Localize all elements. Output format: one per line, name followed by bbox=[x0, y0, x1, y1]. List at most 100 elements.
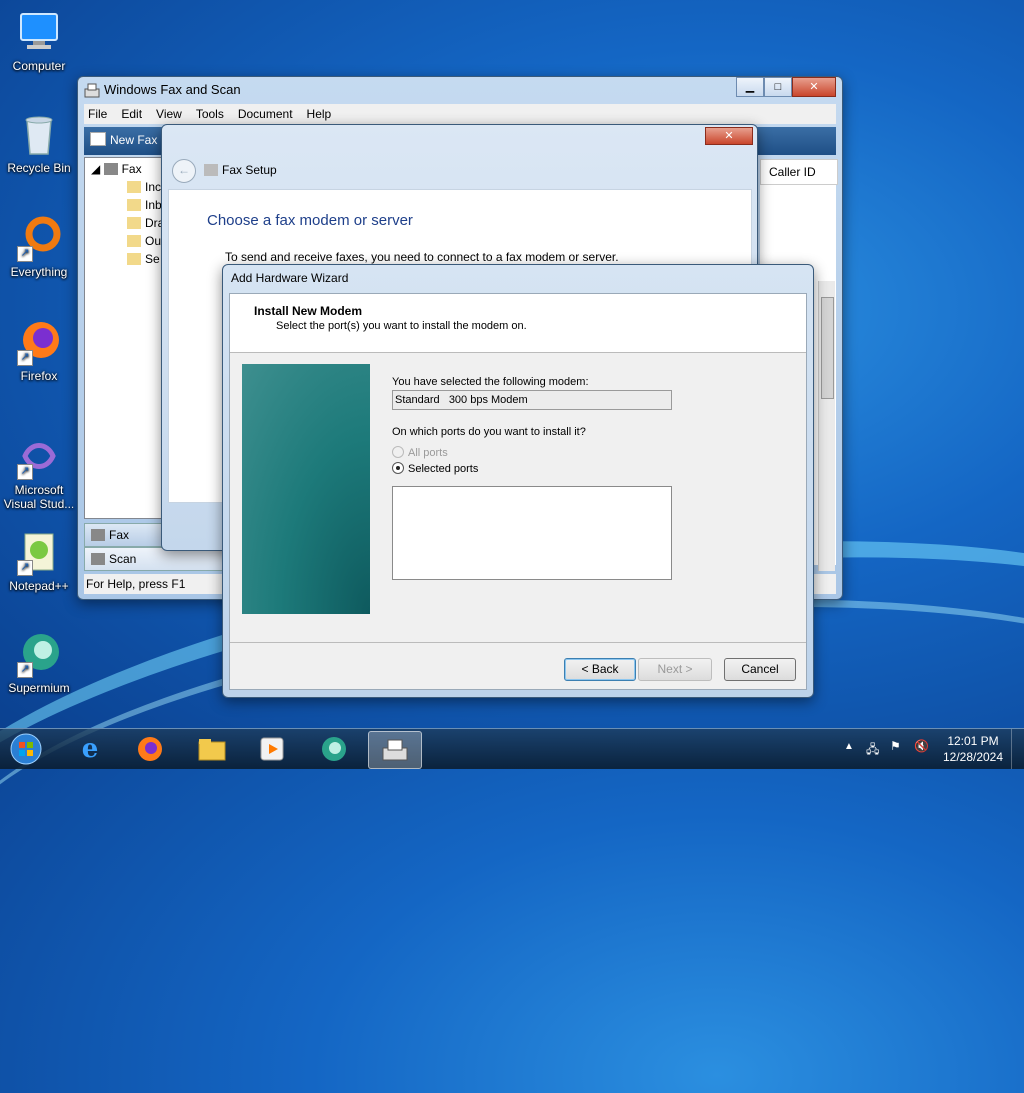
folder-icon bbox=[127, 181, 141, 193]
close-button[interactable]: ✕ bbox=[792, 77, 836, 97]
show-desktop-button[interactable] bbox=[1011, 729, 1024, 769]
desktop-icon-everything[interactable]: ↗ Everything bbox=[0, 214, 78, 279]
new-fax-button[interactable]: New Fax bbox=[90, 132, 157, 147]
menu-file[interactable]: File bbox=[88, 104, 107, 124]
wizard-header-title: Install New Modem bbox=[254, 304, 363, 318]
radio-icon bbox=[392, 446, 404, 458]
vertical-scrollbar[interactable] bbox=[818, 281, 835, 571]
desktop-icon-supermium[interactable]: ↗ Supermium bbox=[0, 630, 78, 695]
clock[interactable]: 12:01 PM 12/28/2024 bbox=[936, 733, 1010, 765]
internet-explorer-icon: e bbox=[81, 734, 99, 764]
add-hardware-wizard: Add Hardware Wizard Install New Modem Se… bbox=[222, 264, 814, 698]
fax-icon bbox=[91, 529, 105, 541]
wizard-header: Install New Modem Select the port(s) you… bbox=[230, 294, 806, 353]
visual-studio-icon: ↗ bbox=[15, 432, 63, 480]
taskbar-firefox[interactable] bbox=[124, 731, 176, 767]
menu-help[interactable]: Help bbox=[307, 104, 332, 124]
radio-all-ports[interactable]: All ports bbox=[392, 446, 448, 459]
taskbar-explorer[interactable] bbox=[186, 731, 238, 767]
taskbar-media-player[interactable] bbox=[246, 731, 298, 767]
scrollbar-thumb[interactable] bbox=[821, 297, 834, 399]
notepad-plus-plus-icon: ↗ bbox=[15, 528, 63, 576]
ports-question: On which ports do you want to install it… bbox=[392, 426, 586, 438]
desktop-icon-firefox[interactable]: ↗ Firefox bbox=[0, 318, 78, 383]
show-hidden-icons[interactable]: ▲ bbox=[844, 741, 854, 752]
shortcut-arrow-icon: ↗ bbox=[17, 350, 33, 366]
window-titlebar[interactable]: Windows Fax and Scan ▁ □ ✕ bbox=[78, 77, 842, 103]
column-header-caller-id[interactable]: Caller ID bbox=[760, 159, 838, 185]
menu-document[interactable]: Document bbox=[238, 104, 293, 124]
new-fax-icon bbox=[90, 132, 106, 146]
folder-tree: ◢ Fax Inc Inb Dra Ou Se bbox=[84, 157, 164, 519]
desktop-icon-label: Computer bbox=[12, 59, 66, 73]
desktop-icon-label: Supermium bbox=[8, 681, 70, 695]
radio-selected-ports[interactable]: Selected ports bbox=[392, 462, 478, 475]
computer-icon bbox=[15, 8, 63, 56]
firefox-icon bbox=[138, 737, 162, 761]
taskbar-fax-and-scan[interactable] bbox=[368, 731, 422, 769]
desktop-icon-notepad-plus-plus[interactable]: ↗ Notepad++ bbox=[0, 528, 78, 593]
fax-icon bbox=[103, 163, 118, 175]
clock-time: 12:01 PM bbox=[947, 734, 999, 748]
fax-setup-heading: Choose a fax modem or server bbox=[207, 212, 413, 229]
folder-icon bbox=[198, 739, 226, 761]
taskbar: e ▲ 🖧 ⚑ 🔇 12:01 PM 12/28/2024 bbox=[0, 728, 1024, 769]
desktop-icon-recycle-bin[interactable]: Recycle Bin bbox=[0, 110, 78, 175]
back-button[interactable]: < Back bbox=[564, 658, 636, 681]
folder-icon bbox=[127, 253, 141, 265]
tree-item-incoming[interactable]: Inc bbox=[127, 178, 161, 196]
shortcut-arrow-icon: ↗ bbox=[17, 464, 33, 480]
start-button[interactable] bbox=[4, 731, 48, 767]
radio-checked-icon bbox=[392, 462, 404, 474]
window-title: Windows Fax and Scan bbox=[104, 82, 241, 97]
media-player-icon bbox=[260, 737, 284, 761]
back-arrow-icon[interactable]: ← bbox=[172, 159, 196, 183]
network-icon[interactable]: 🖧 bbox=[866, 740, 879, 761]
folder-icon bbox=[127, 235, 141, 247]
tree-item-sent[interactable]: Se bbox=[127, 250, 160, 268]
menu-edit[interactable]: Edit bbox=[121, 104, 142, 124]
menu-bar: File Edit View Tools Document Help bbox=[84, 104, 836, 124]
wizard-body: Install New Modem Select the port(s) you… bbox=[229, 293, 807, 690]
tree-item-inbox[interactable]: Inb bbox=[127, 196, 162, 214]
desktop-icon-label: Firefox bbox=[20, 369, 58, 383]
wizard-title: Add Hardware Wizard bbox=[231, 271, 349, 285]
desktop-icon-label: Microsoft Visual Stud... bbox=[3, 483, 75, 511]
footer-divider bbox=[230, 642, 806, 643]
tree-item-fax[interactable]: ◢ Fax bbox=[91, 160, 142, 178]
action-center-flag-icon[interactable]: ⚑ bbox=[890, 739, 901, 753]
taskbar-internet-explorer[interactable]: e bbox=[64, 731, 116, 767]
fax-setup-instruction: To send and receive faxes, you need to c… bbox=[225, 250, 619, 264]
desktop-icon-label: Notepad++ bbox=[9, 579, 69, 593]
close-button[interactable]: ✕ bbox=[705, 127, 753, 145]
desktop-icon-label: Everything bbox=[10, 265, 68, 279]
selected-modem-label: You have selected the following modem: bbox=[392, 376, 589, 388]
shortcut-arrow-icon: ↗ bbox=[17, 662, 33, 678]
next-button[interactable]: Next > bbox=[638, 658, 712, 681]
supermium-icon: ↗ bbox=[15, 630, 63, 678]
tree-item-drafts[interactable]: Dra bbox=[127, 214, 164, 232]
desktop-icon-label: Recycle Bin bbox=[7, 161, 71, 175]
shortcut-arrow-icon: ↗ bbox=[17, 560, 33, 576]
volume-muted-icon[interactable]: 🔇 bbox=[914, 739, 929, 753]
shortcut-arrow-icon: ↗ bbox=[17, 246, 33, 262]
supermium-icon bbox=[322, 737, 346, 761]
cancel-button[interactable]: Cancel bbox=[724, 658, 796, 681]
menu-view[interactable]: View bbox=[156, 104, 182, 124]
wizard-header-subtitle: Select the port(s) you want to install t… bbox=[276, 320, 527, 332]
menu-tools[interactable]: Tools bbox=[196, 104, 224, 124]
clock-date: 12/28/2024 bbox=[942, 750, 1004, 764]
fax-setup-title: Fax Setup bbox=[204, 163, 277, 177]
everything-icon: ↗ bbox=[15, 214, 63, 262]
folder-icon bbox=[127, 217, 141, 229]
recycle-bin-icon bbox=[15, 110, 63, 158]
minimize-button[interactable]: ▁ bbox=[736, 77, 764, 97]
wizard-side-banner bbox=[242, 364, 370, 614]
taskbar-supermium[interactable] bbox=[308, 731, 360, 767]
desktop-icon-visual-studio[interactable]: ↗ Microsoft Visual Stud... bbox=[0, 432, 78, 511]
desktop-icon-computer[interactable]: Computer bbox=[0, 8, 78, 73]
tree-item-outbox[interactable]: Ou bbox=[127, 232, 161, 250]
firefox-icon: ↗ bbox=[15, 318, 63, 366]
maximize-button[interactable]: □ bbox=[764, 77, 792, 97]
ports-list[interactable] bbox=[392, 486, 672, 580]
